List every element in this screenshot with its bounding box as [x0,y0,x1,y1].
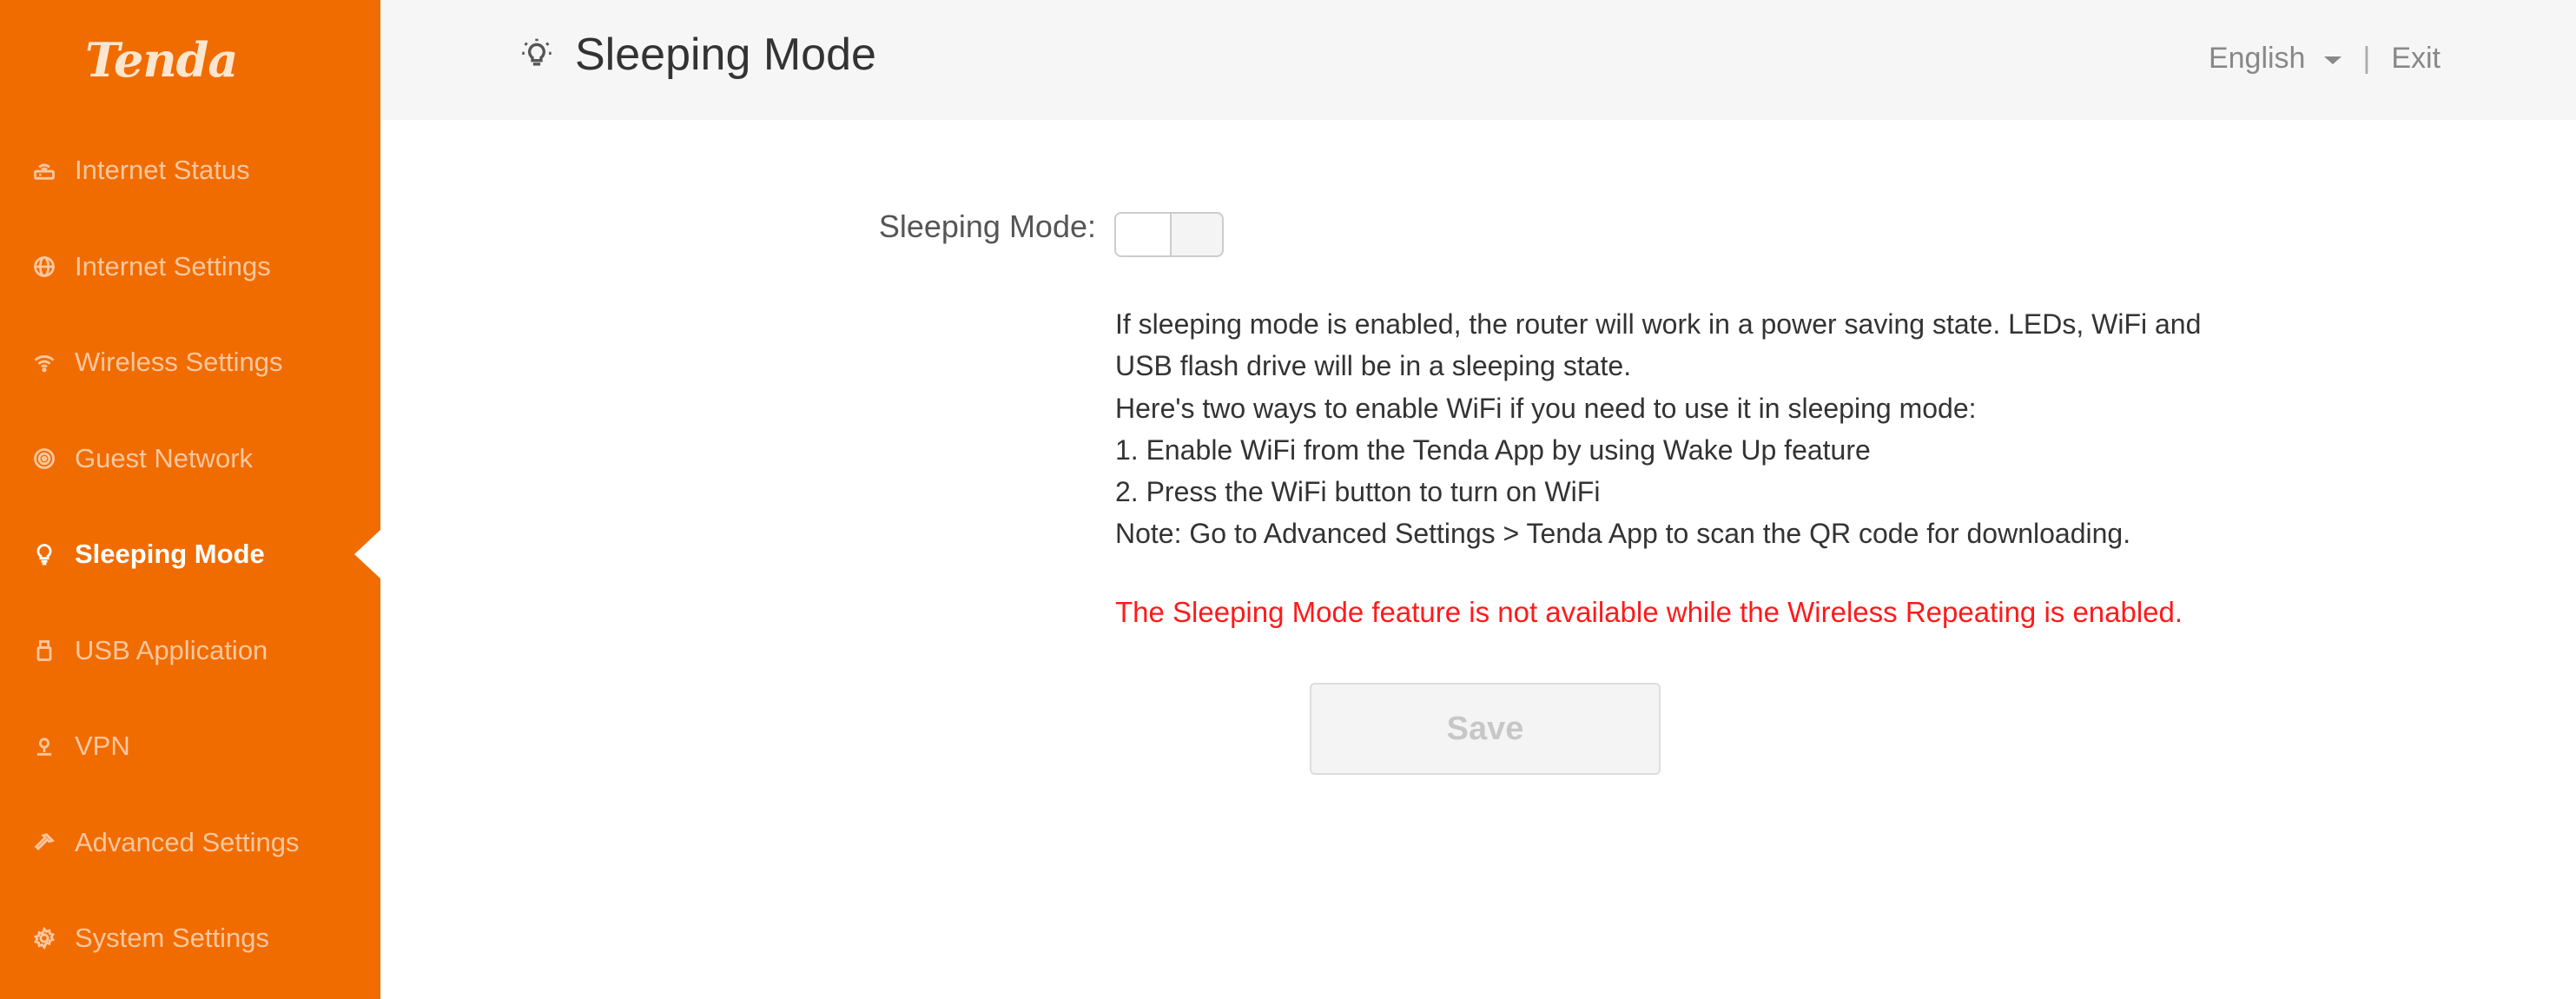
page-title: Sleeping Mode [575,30,876,80]
gear-icon [31,925,57,951]
guest-network-icon [31,446,57,472]
description-line: USB flash drive will be in a sleeping st… [1115,350,1632,382]
sidebar-item-sleeping-mode[interactable]: Sleeping Mode [0,506,380,603]
sidebar-item-guest-network[interactable]: Guest Network [0,411,380,507]
description-line: 1. Enable WiFi from the Tenda App by usi… [1115,433,1871,466]
sidebar-item-label: Sleeping Mode [75,539,265,570]
header-actions: English | Exit [2209,38,2441,78]
wifi-icon [31,349,57,375]
sleeping-mode-label: Sleeping Mode: [878,208,1096,244]
sidebar-item-advanced-settings[interactable]: Advanced Settings [0,795,380,891]
wrench-icon [31,830,57,856]
top-header: Sleeping Mode English | Exit [380,0,2576,120]
toggle-knob [1116,214,1172,255]
sidebar-item-label: Internet Status [75,155,250,186]
sleeping-mode-description: If sleeping mode is enabled, the router … [1115,303,2470,555]
sidebar-item-label: System Settings [75,923,269,954]
description-line: 2. Press the WiFi button to turn on WiFi [1115,476,1601,508]
lightbulb-icon [31,541,57,567]
sidebar-item-label: USB Application [75,634,268,665]
page-title-group: Sleeping Mode [519,24,876,85]
description-line: If sleeping mode is enabled, the router … [1115,308,2202,340]
header-separator: | [2362,41,2371,75]
warning-message: The Sleeping Mode feature is not availab… [1115,596,2183,628]
sidebar-item-system-settings[interactable]: System Settings [0,890,380,987]
sleeping-mode-toggle[interactable] [1114,212,1224,257]
sidebar-item-label: VPN [75,731,130,762]
app-root: Tenda Internet Status Internet Settings … [0,0,2576,999]
vpn-icon [31,733,57,759]
sidebar-item-usb-application[interactable]: USB Application [0,603,380,699]
description-line: Here's two ways to enable WiFi if you ne… [1115,392,1977,424]
language-label: English [2208,41,2306,75]
language-select[interactable]: English [2209,42,2342,76]
sidebar-item-label: Internet Settings [75,250,271,281]
save-button[interactable]: Save [1310,683,1661,775]
sidebar-item-internet-settings[interactable]: Internet Settings [0,219,380,315]
sidebar-item-label: Guest Network [75,442,254,473]
sidebar-item-wireless-settings[interactable]: Wireless Settings [0,314,380,411]
usb-icon [31,638,57,664]
sidebar-item-vpn[interactable]: VPN [0,698,380,795]
router-icon [31,157,57,183]
description-line: Note: Go to Advanced Settings > Tenda Ap… [1115,518,2131,550]
exit-link[interactable]: Exit [2391,42,2441,76]
sidebar-item-label: Advanced Settings [75,826,300,857]
chevron-down-icon [2324,56,2342,64]
lightbulb-icon [519,37,554,72]
sidebar-item-internet-status[interactable]: Internet Status [0,122,380,219]
tenda-logo: Tenda [85,32,238,88]
sidebar-item-label: Wireless Settings [75,347,283,378]
globe-icon [31,254,57,280]
sidebar: Tenda Internet Status Internet Settings … [0,0,380,999]
sidebar-nav: Internet Status Internet Settings Wirele… [0,122,380,987]
